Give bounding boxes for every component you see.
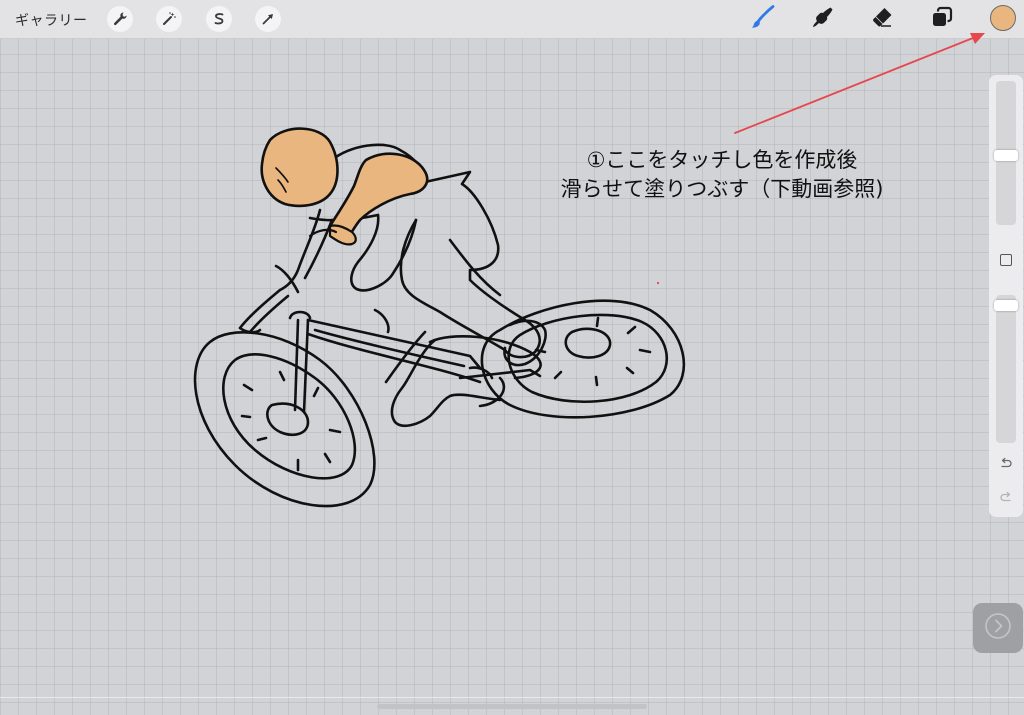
annotation-line-2: 滑らせて塗りつぶす（下動画参照)	[560, 177, 884, 201]
bottom-divider	[0, 697, 1024, 698]
annotation-line-1: ①ここをタッチし色を作成後	[586, 148, 858, 172]
home-indicator[interactable]	[377, 704, 647, 709]
procreate-screen: ギャラリー ①ここをタッチし色を作成後 滑らせて塗りつぶす（下動画参照)	[0, 0, 1024, 715]
next-button[interactable]	[973, 603, 1023, 653]
chevron-right-icon	[983, 611, 1013, 645]
stray-dot	[656, 281, 660, 285]
annotation-text: ①ここをタッチし色を作成後 滑らせて塗りつぶす（下動画参照)	[512, 146, 932, 204]
annotation-arrow	[656, 33, 985, 285]
